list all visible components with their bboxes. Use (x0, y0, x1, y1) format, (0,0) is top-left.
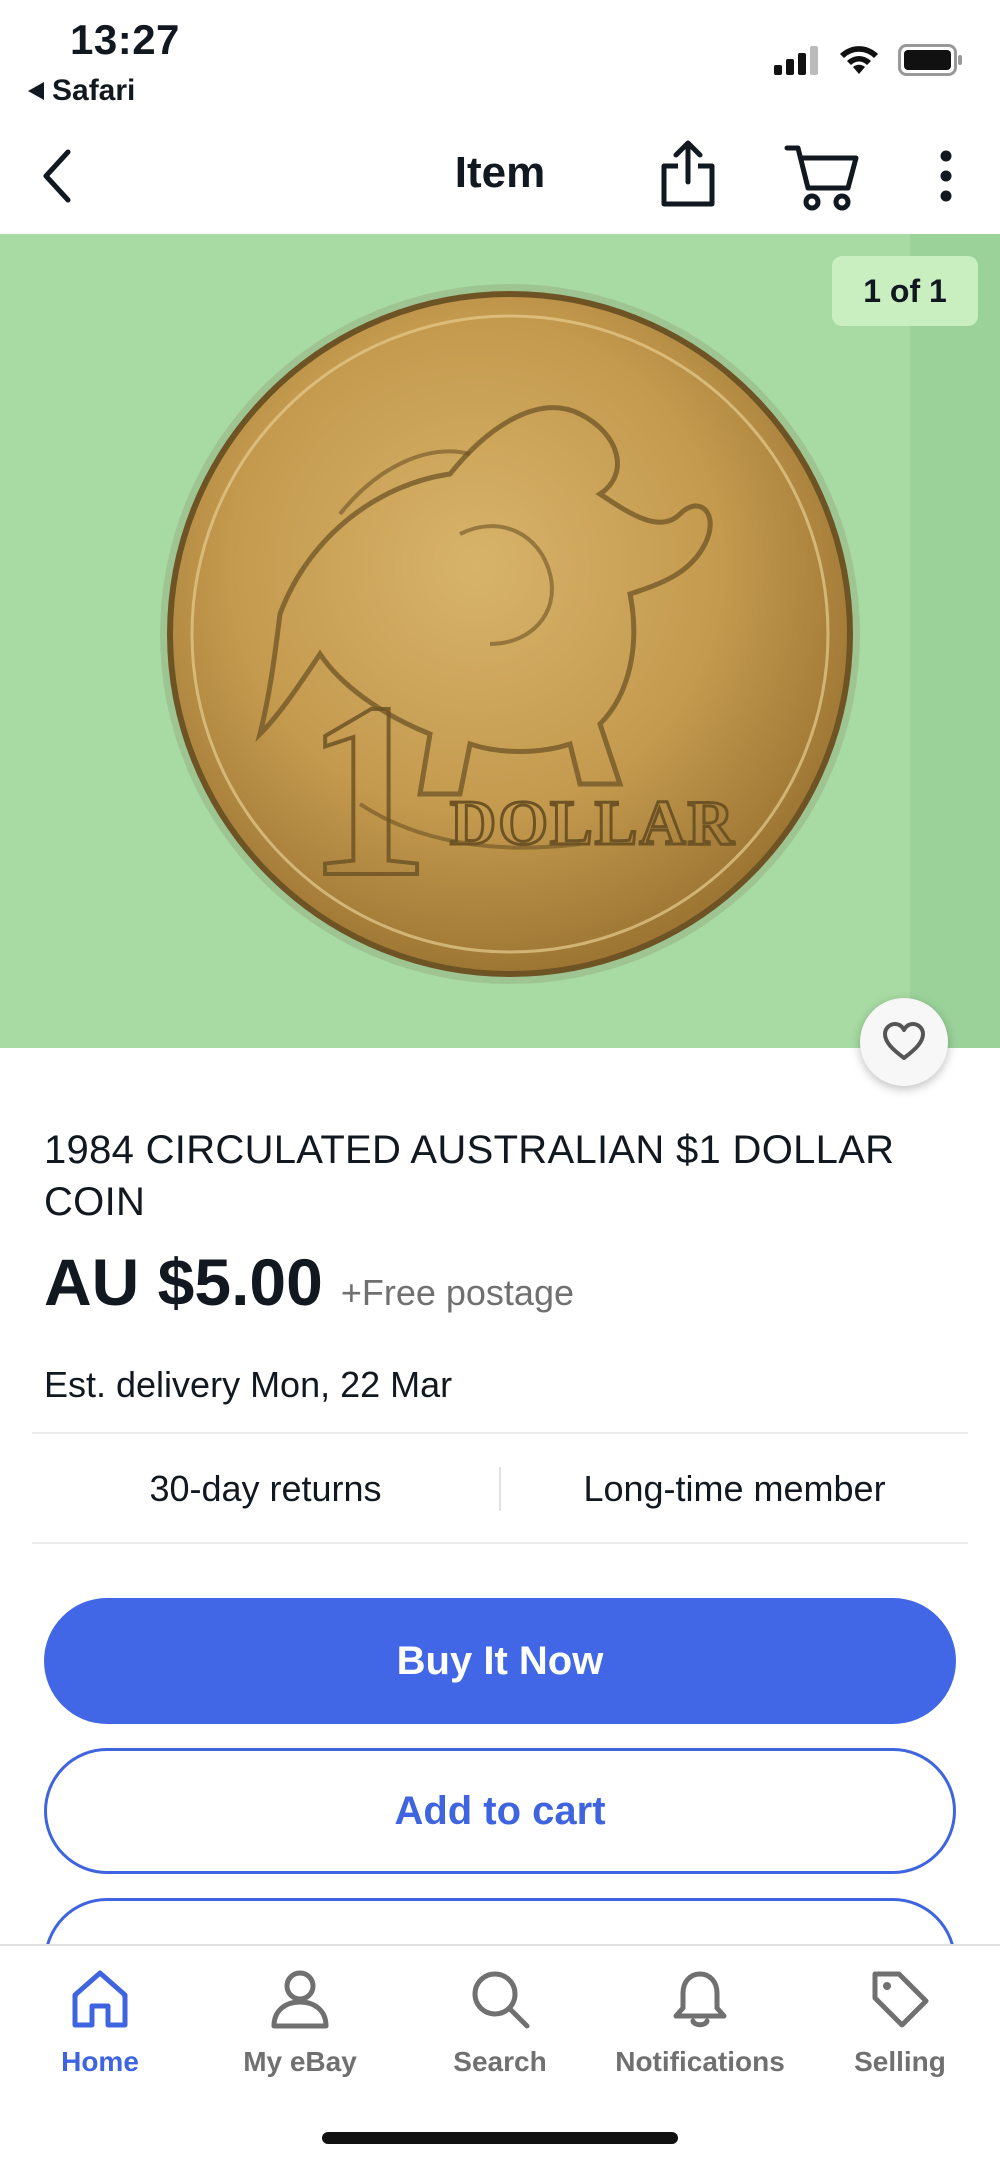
item-features: 30-day returns Long-time member (32, 1436, 968, 1542)
price-row: AU $5.00 +Free postage (44, 1244, 574, 1320)
bottom-tab-bar: Home My eBay Search Notifications Sellin… (0, 1944, 1000, 2166)
coin-image[interactable]: 1 DOLLAR (160, 284, 860, 984)
share-button[interactable] (656, 138, 720, 210)
wifi-icon (840, 46, 878, 74)
search-icon (465, 1964, 535, 2034)
tab-label: Notifications (615, 2046, 785, 2077)
heart-icon (883, 1022, 925, 1060)
signal-icon (774, 46, 818, 75)
tab-search[interactable]: Search (400, 1964, 600, 2094)
divider (32, 1432, 968, 1434)
returns-feature[interactable]: 30-day returns (32, 1468, 499, 1510)
watchlist-button[interactable] (860, 998, 948, 1086)
tab-home[interactable]: Home (0, 1964, 200, 2094)
status-time: 13:27 (70, 16, 180, 63)
nav-bar: Item (0, 118, 1000, 234)
tab-label: Selling (854, 2046, 946, 2077)
battery-icon (898, 44, 962, 76)
item-price: AU $5.00 (44, 1245, 323, 1319)
tag-icon (865, 1964, 935, 2034)
add-to-cart-button[interactable]: Add to cart (44, 1748, 956, 1874)
item-title: 1984 CIRCULATED AUSTRALIAN $1 DOLLAR COI… (44, 1128, 895, 1224)
bell-icon (665, 1964, 735, 2034)
image-counter: 1 of 1 (832, 256, 978, 326)
divider (32, 1542, 968, 1544)
svg-text:DOLLAR: DOLLAR (450, 787, 736, 858)
item-image-gallery[interactable]: 1 DOLLAR 1 of 1 (0, 234, 1000, 1048)
cart-icon (784, 145, 859, 211)
person-icon (265, 1964, 335, 2034)
home-indicator (322, 2132, 678, 2144)
image-edge (910, 234, 1000, 1048)
postage-info: +Free postage (340, 1272, 574, 1313)
seller-feature[interactable]: Long-time member (501, 1468, 968, 1510)
status-icons (774, 44, 964, 76)
more-vertical-icon (940, 150, 952, 202)
tab-label: My eBay (243, 2046, 357, 2077)
more-options-button[interactable] (926, 146, 966, 206)
tab-my-ebay[interactable]: My eBay (200, 1964, 400, 2094)
status-bar: 13:27 Safari (0, 0, 1000, 118)
cart-button[interactable] (784, 142, 860, 212)
tab-label: Search (453, 2046, 547, 2077)
buy-it-now-button[interactable]: Buy It Now (44, 1598, 956, 1724)
tab-selling[interactable]: Selling (800, 1964, 1000, 2094)
tab-notifications[interactable]: Notifications (600, 1964, 800, 2094)
back-app-label: Safari (52, 74, 136, 107)
back-triangle-icon (28, 82, 44, 100)
back-to-app-link[interactable]: Safari (28, 74, 135, 108)
share-icon (661, 140, 715, 207)
svg-text:1: 1 (305, 652, 430, 929)
tab-label: Home (61, 2046, 139, 2077)
home-icon (65, 1964, 135, 2034)
delivery-estimate: Est. delivery Mon, 22 Mar (44, 1364, 453, 1405)
